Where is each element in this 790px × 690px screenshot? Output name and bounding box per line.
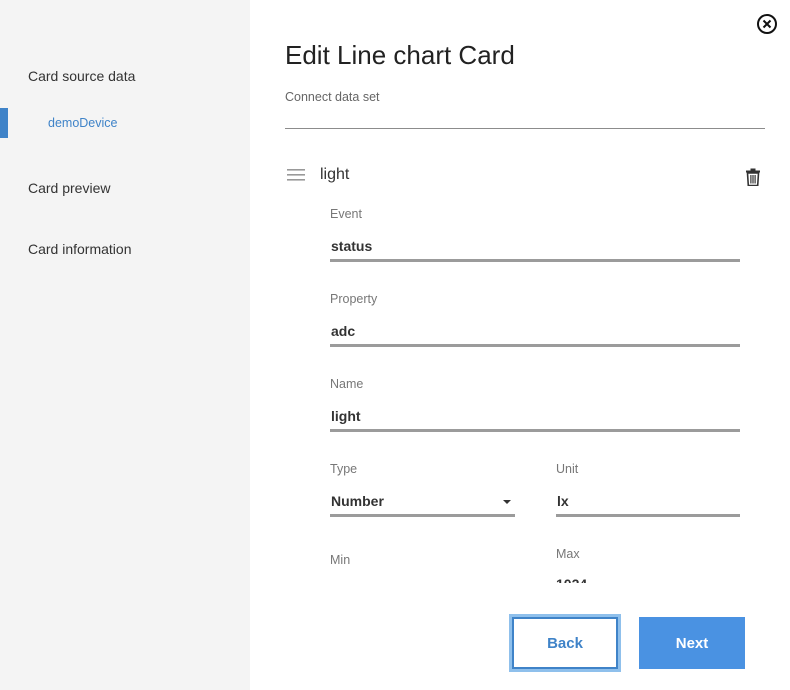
- name-field[interactable]: light: [330, 400, 740, 432]
- chevron-down-icon: [503, 500, 511, 504]
- sidebar: Card source data demoDevice Card preview…: [0, 0, 250, 690]
- unit-field[interactable]: lx: [556, 485, 740, 517]
- min-label: Min: [330, 553, 351, 567]
- event-field[interactable]: status: [330, 230, 740, 262]
- back-button[interactable]: Back: [512, 617, 618, 669]
- close-button[interactable]: [756, 13, 778, 35]
- page-title: Edit Line chart Card: [285, 40, 515, 70]
- dataset-name: light: [320, 166, 350, 183]
- sidebar-item-demodevice[interactable]: demoDevice: [48, 116, 117, 130]
- page-subtitle: Connect data set: [285, 90, 380, 104]
- close-icon: [757, 14, 777, 34]
- event-label: Event: [330, 207, 362, 221]
- divider: [285, 128, 765, 129]
- sidebar-item-card-preview[interactable]: Card preview: [28, 180, 110, 196]
- unit-label: Unit: [556, 462, 579, 476]
- name-label: Name: [330, 377, 364, 391]
- active-indicator: [0, 108, 8, 138]
- next-button[interactable]: Next: [639, 617, 745, 669]
- property-label: Property: [330, 292, 378, 306]
- type-label: Type: [330, 462, 358, 476]
- trash-icon[interactable]: [745, 168, 761, 186]
- property-field[interactable]: adc: [330, 315, 740, 347]
- max-label: Max: [556, 547, 580, 561]
- sidebar-item-card-information[interactable]: Card information: [28, 241, 132, 257]
- drag-handle-icon[interactable]: [287, 168, 305, 182]
- type-select[interactable]: Number: [330, 485, 515, 517]
- sidebar-item-card-source-data[interactable]: Card source data: [28, 68, 135, 84]
